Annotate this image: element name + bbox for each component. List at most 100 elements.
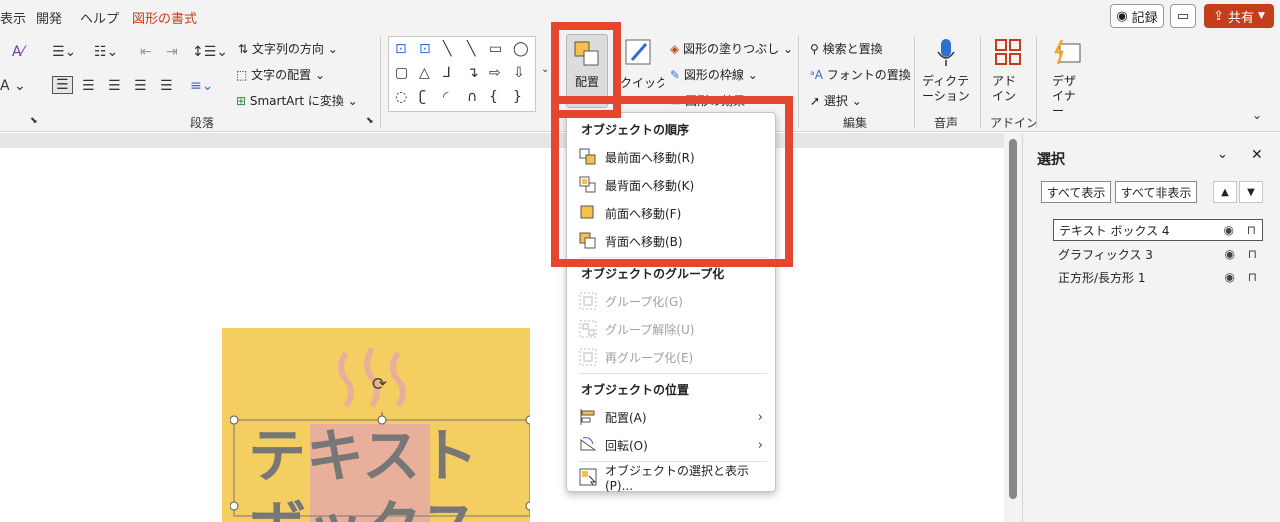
pane-item[interactable]: グラフィックス 3 ◉ ⊓ xyxy=(1053,243,1263,265)
record-button[interactable]: ◉ 記録 xyxy=(1110,4,1164,28)
align-right-icon[interactable]: ☰ xyxy=(108,78,121,94)
addins-button[interactable]: アドイン xyxy=(986,36,1030,106)
numbering-icon[interactable]: ☷⌄ xyxy=(94,44,118,60)
rounded-rect-icon[interactable]: ▢ xyxy=(395,65,408,81)
bring-forward-button[interactable]: ▲ xyxy=(1213,181,1237,203)
close-icon[interactable]: ✕ xyxy=(1251,147,1263,163)
oval-shape-icon[interactable]: ◯ xyxy=(513,41,529,57)
curve-icon[interactable]: ∩ xyxy=(467,89,477,105)
selection-pane-icon xyxy=(579,468,597,486)
comment-button[interactable]: ▭ xyxy=(1170,4,1196,28)
ribbon-collapse-icon[interactable]: ⌄ xyxy=(1252,108,1262,122)
group-item[interactable]: グループ化(G) xyxy=(579,289,767,313)
vertical-scrollbar[interactable] xyxy=(1004,133,1022,522)
font-color-icon[interactable]: A ⌄ xyxy=(0,78,26,94)
dialog-launcher-icon[interactable]: ⬊ xyxy=(30,116,38,126)
tab-view[interactable]: 表示 xyxy=(0,8,26,27)
align-item[interactable]: 配置(A) › xyxy=(579,405,767,429)
hide-all-button[interactable]: すべて非表示 xyxy=(1115,181,1197,203)
pane-item-label: テキスト ボックス 4 xyxy=(1059,223,1170,238)
shape-outline-label: 図形の枠線 xyxy=(683,68,744,82)
record-label: 記録 xyxy=(1131,10,1158,26)
left-brace-icon[interactable]: { xyxy=(489,89,498,105)
align-left-icon[interactable]: ☰ xyxy=(52,76,73,94)
rotate-handle-icon[interactable]: ⟳ xyxy=(372,374,387,395)
textbox-text[interactable]: テキストボックス xyxy=(248,420,518,522)
rectangle-shape-icon[interactable]: ▭ xyxy=(489,41,502,57)
find-replace-button[interactable]: ⚲ 検索と置換 xyxy=(810,40,883,57)
quick-styles-label: クイック スタイル xyxy=(620,76,664,90)
pane-options-icon[interactable]: ⌄ xyxy=(1217,147,1228,162)
share-button[interactable]: ⇪ 共有 ▼ xyxy=(1204,4,1274,28)
elbow-arrow-icon[interactable]: ↴ xyxy=(467,65,479,81)
designer-icon xyxy=(1053,39,1081,65)
regroup-item[interactable]: 再グループ化(E) xyxy=(579,345,767,369)
vertical-textbox-icon[interactable]: ⊡ xyxy=(419,41,431,57)
scribble-icon[interactable]: ʗ xyxy=(419,89,426,105)
text-align-label: 文字の配置 xyxy=(251,68,312,82)
elbow-connector-icon[interactable]: ⅃ xyxy=(443,65,451,81)
scrollbar-thumb[interactable] xyxy=(1009,139,1017,499)
share-icon: ⇪ xyxy=(1213,8,1224,24)
microphone-icon xyxy=(937,39,955,66)
smartart-icon: ⊞ xyxy=(236,94,250,108)
increase-indent-icon[interactable]: ⇥ xyxy=(166,44,178,60)
align-center-icon[interactable]: ☰ xyxy=(82,78,95,94)
shape-fill-button[interactable]: ◈ 図形の塗りつぶし ⌄ xyxy=(670,40,793,57)
menu-item-label: 回転(O) xyxy=(605,438,648,453)
text-align-button[interactable]: ⬚ 文字の配置 ⌄ xyxy=(236,66,325,83)
tab-help[interactable]: ヘルプ xyxy=(80,8,119,27)
selection-pane: 選択 ⌄ ✕ すべて表示 すべて非表示 ▲ ▼ テキスト ボックス 4 ◉ ⊓ グラ… xyxy=(1022,133,1280,522)
arrow-line-icon[interactable]: ╲ xyxy=(467,41,475,57)
right-arrow-shape-icon[interactable]: ⇨ xyxy=(489,65,501,81)
pane-item[interactable]: テキスト ボックス 4 ◉ ⊓ xyxy=(1053,219,1263,241)
cursor-icon: ➚ xyxy=(810,94,824,108)
line-spacing-icon[interactable]: ↕☰⌄ xyxy=(192,44,228,60)
rotate-item[interactable]: 回転(O) › xyxy=(579,433,767,457)
tab-developer[interactable]: 開発 xyxy=(36,8,62,27)
decrease-indent-icon[interactable]: ⇤ xyxy=(140,44,152,60)
triangle-shape-icon[interactable]: △ xyxy=(419,65,430,81)
selection-pane-item[interactable]: オブジェクトの選択と表示(P)... xyxy=(579,464,767,493)
dictation-button[interactable]: ディクテーション xyxy=(920,36,972,106)
arc-icon[interactable]: ◜ xyxy=(443,89,448,105)
group-label-addins: アドイン xyxy=(990,116,1039,130)
addins-label: アドイン xyxy=(992,74,1017,103)
eye-icon[interactable]: ◉ xyxy=(1225,270,1235,284)
eye-icon[interactable]: ◉ xyxy=(1224,223,1234,237)
text-direction-button[interactable]: ⇅ 文字列の方向 ⌄ xyxy=(238,40,338,57)
select-button[interactable]: ➚ 選択 ⌄ xyxy=(810,92,862,109)
send-backward-button[interactable]: ▼ xyxy=(1239,181,1263,203)
freeform-shape-icon[interactable]: ◌ xyxy=(395,89,407,105)
unlock-icon[interactable]: ⊓ xyxy=(1247,223,1256,237)
find-replace-label: 検索と置換 xyxy=(822,42,883,56)
paragraph-launcher-icon[interactable]: ⬊ xyxy=(366,116,374,126)
tab-shape-format[interactable]: 図形の書式 xyxy=(132,8,197,27)
smartart-label: SmartArt に変換 xyxy=(249,94,344,108)
bullets-icon[interactable]: ☰⌄ xyxy=(52,44,76,60)
smartart-button[interactable]: ⊞ SmartArt に変換 ⌄ xyxy=(236,92,358,109)
ungroup-item[interactable]: グループ解除(U) xyxy=(579,317,767,341)
unlock-icon[interactable]: ⊓ xyxy=(1248,247,1257,261)
show-all-button[interactable]: すべて表示 xyxy=(1041,181,1111,203)
gallery-more-icon[interactable]: ⌄ xyxy=(541,64,549,75)
shape-outline-button[interactable]: ✎ 図形の枠線 ⌄ xyxy=(670,66,758,83)
right-brace-icon[interactable]: } xyxy=(513,89,522,105)
paint-bucket-icon: ◈ xyxy=(670,42,684,56)
justify-icon[interactable]: ☰ xyxy=(134,78,147,94)
font-replace-button[interactable]: ᵃA フォントの置換 xyxy=(810,66,911,83)
down-arrow-shape-icon[interactable]: ⇩ xyxy=(513,65,525,81)
unlock-icon[interactable]: ⊓ xyxy=(1248,270,1257,284)
textbox-icon[interactable]: ⊡ xyxy=(395,41,407,57)
text-direction-label: 文字列の方向 xyxy=(251,42,324,56)
comment-icon: ▭ xyxy=(1176,8,1190,24)
menu-separator xyxy=(579,373,767,374)
text-effects-icon[interactable]: A⁄ xyxy=(12,44,24,60)
quick-styles-icon xyxy=(625,39,651,65)
line-shape-icon[interactable]: ╲ xyxy=(443,41,451,57)
designer-button[interactable]: デザイナー xyxy=(1042,36,1092,118)
distributed-icon[interactable]: ☰ xyxy=(160,78,173,94)
columns-icon[interactable]: ≡⌄ xyxy=(190,78,213,94)
pane-item[interactable]: 正方形/長方形 1 ◉ ⊓ xyxy=(1053,266,1263,288)
eye-icon[interactable]: ◉ xyxy=(1225,247,1235,261)
